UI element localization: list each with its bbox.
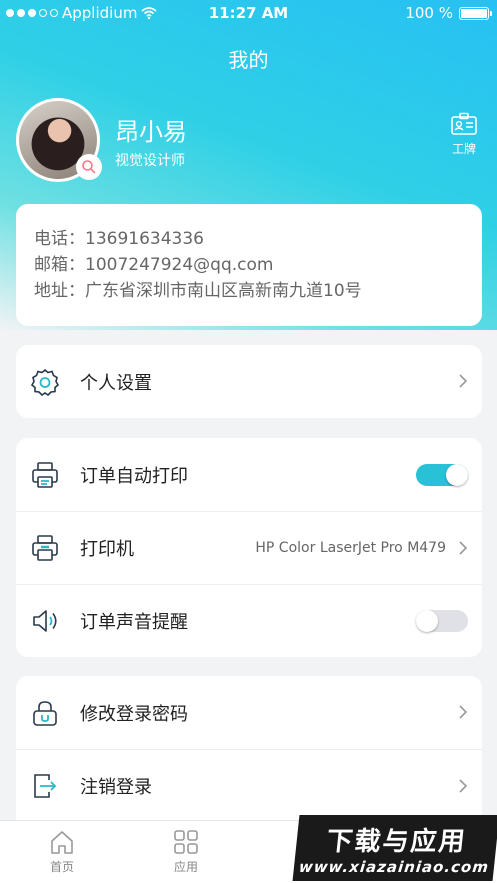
lock-icon — [30, 698, 60, 728]
email-value: 1007247924@qq.com — [85, 255, 274, 275]
personal-settings-row[interactable]: 个人设置 — [16, 345, 482, 418]
battery-group: 100 % — [405, 4, 492, 22]
address-line: 地址：广东省深圳市南山区高新南九道10号 — [34, 278, 464, 304]
user-job-title: 视觉设计师 — [115, 153, 185, 169]
tab-home-label: 首页 — [49, 860, 74, 874]
battery-icon — [459, 6, 492, 20]
page-title: 我的 — [228, 48, 269, 72]
speaker-icon — [30, 606, 60, 636]
gear-icon — [30, 367, 60, 397]
home-icon — [51, 831, 73, 854]
logout-label: 注销登录 — [80, 777, 152, 798]
auto-print-toggle[interactable] — [416, 463, 468, 486]
order-sound-row: 订单声音提醒 — [16, 584, 482, 657]
logout-icon — [30, 771, 60, 801]
tab-apps-label: 应用 — [173, 860, 198, 874]
battery-percent: 100 % — [405, 4, 453, 22]
status-bar: Applidium 11:27 AM 100 % — [0, 0, 497, 28]
chevron-right-icon — [459, 541, 468, 555]
printer-icon — [30, 533, 60, 563]
watermark-logo: 下载与应用 www.xiazainiao.com — [292, 815, 497, 881]
address-value: 广东省深圳市南山区高新南九道10号 — [85, 281, 362, 301]
tab-home[interactable]: 首页 — [22, 829, 102, 875]
avatar-container[interactable] — [16, 98, 102, 182]
account-card: 修改登录密码 注销登录 — [16, 676, 482, 820]
logout-row[interactable]: 注销登录 — [16, 749, 482, 822]
printer-row[interactable]: 打印机 HP Color LaserJet Pro M479 — [16, 511, 482, 584]
work-badge-button[interactable]: 工牌 — [447, 112, 481, 157]
watermark-url: www.xiazainiao.com — [298, 857, 491, 876]
search-user-icon — [82, 160, 96, 174]
auto-print-label: 订单自动打印 — [80, 465, 188, 487]
work-badge-label: 工牌 — [451, 142, 476, 156]
chevron-right-icon — [459, 705, 468, 719]
watermark-title: 下载与应用 — [325, 826, 469, 857]
order-sound-label: 订单声音提醒 — [80, 612, 188, 633]
change-password-label: 修改登录密码 — [80, 703, 188, 725]
printer-label: 打印机 — [80, 539, 134, 560]
printer-icon — [30, 460, 60, 490]
apps-grid-icon — [174, 830, 198, 854]
id-card-icon — [451, 112, 477, 135]
order-sound-toggle[interactable] — [416, 610, 468, 632]
email-line: 邮箱：1007247924@qq.com — [34, 252, 464, 278]
printer-model-value: HP Color LaserJet Pro M479 — [255, 540, 446, 556]
email-label: 邮箱： — [34, 255, 85, 275]
personal-settings-label: 个人设置 — [80, 372, 152, 394]
auto-print-row: 订单自动打印 — [16, 438, 482, 511]
phone-value: 13691634336 — [85, 229, 204, 249]
chevron-right-icon — [459, 779, 468, 793]
print-settings-card: 订单自动打印 打印机 HP Color LaserJet Pro M479 订单… — [16, 438, 482, 657]
change-password-row[interactable]: 修改登录密码 — [16, 676, 482, 749]
chevron-right-icon — [459, 374, 468, 388]
contact-info-card: 电话：13691634336 邮箱：1007247924@qq.com 地址：广… — [16, 204, 482, 326]
avatar-edit-badge[interactable] — [76, 154, 102, 180]
phone-line: 电话：13691634336 — [34, 226, 464, 252]
user-name: 昂小易 — [115, 118, 187, 146]
tab-apps[interactable]: 应用 — [146, 829, 226, 875]
phone-label: 电话： — [34, 229, 85, 249]
settings-card: 个人设置 — [16, 345, 482, 418]
address-label: 地址： — [34, 281, 85, 301]
